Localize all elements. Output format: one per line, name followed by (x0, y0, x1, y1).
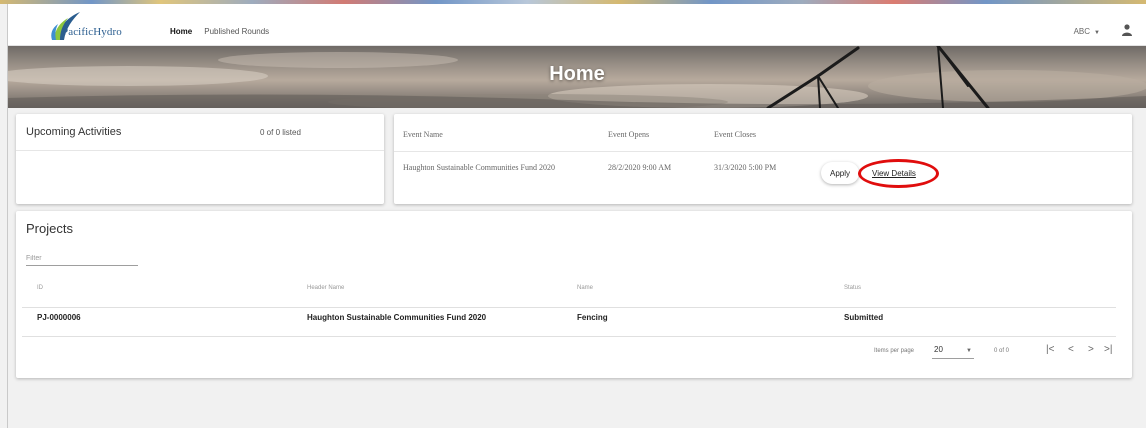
last-page-icon[interactable]: >| (1104, 344, 1112, 355)
project-id: PJ-0000006 (37, 313, 81, 322)
card-divider (394, 151, 1132, 152)
items-per-page-label: Items per page (874, 348, 915, 354)
projects-card: Projects ID Header Name Name Status PJ-0… (16, 211, 1132, 378)
top-navbar: PacificHydro Home Published Rounds ABC ▼ (8, 4, 1146, 46)
project-name: Fencing (577, 313, 608, 322)
previous-page-icon[interactable]: < (1068, 344, 1074, 355)
event-closes: 31/3/2020 5:00 PM (714, 163, 777, 172)
card-divider (16, 150, 384, 151)
upcoming-activities-title: Upcoming Activities (26, 126, 122, 138)
event-opens: 28/2/2020 9:00 AM (608, 163, 672, 172)
caret-down-icon: ▼ (1094, 30, 1100, 36)
person-icon[interactable] (1122, 24, 1132, 36)
page-size-value: 20 (934, 345, 943, 354)
column-header-name[interactable]: Name (577, 285, 593, 291)
project-header-name: Haughton Sustainable Communities Fund 20… (307, 313, 487, 322)
user-menu-label: ABC (1073, 27, 1091, 36)
column-header-id[interactable]: ID (37, 285, 43, 291)
nav-published-rounds[interactable]: Published Rounds (204, 27, 269, 36)
next-page-icon[interactable]: > (1088, 344, 1094, 355)
filter-input[interactable] (26, 252, 138, 266)
page-title: Home (549, 63, 605, 85)
projects-title: Projects (26, 221, 73, 236)
column-header-event-opens: Event Opens (608, 130, 650, 139)
table-row-divider (22, 336, 1116, 337)
page-size-select[interactable]: 20 ▼ (932, 345, 974, 359)
column-header-event-name: Event Name (403, 130, 443, 139)
caret-down-icon: ▼ (966, 348, 972, 354)
column-header-header-name[interactable]: Header Name (307, 285, 344, 291)
first-page-icon[interactable]: |< (1046, 344, 1054, 355)
column-header-event-closes: Event Closes (714, 130, 756, 139)
upcoming-activities-count: 0 of 0 listed (260, 128, 301, 137)
pacific-hydro-logo[interactable]: PacificHydro (46, 10, 136, 42)
project-status: Submitted (844, 313, 884, 322)
main-nav: Home Published Rounds (170, 27, 269, 36)
apply-button[interactable]: Apply (821, 162, 859, 184)
upcoming-activities-card: Upcoming Activities 0 of 0 listed (16, 114, 384, 204)
table-row-divider (22, 307, 1116, 308)
event-name: Haughton Sustainable Communities Fund 20… (403, 163, 555, 172)
column-header-status[interactable]: Status (844, 285, 861, 291)
page-banner: Home (8, 46, 1146, 108)
logo-text: PacificHydro (62, 26, 122, 38)
page-range-label: 0 of 0 (994, 348, 1010, 354)
events-card: Event Name Event Opens Event Closes Haug… (394, 114, 1132, 204)
user-menu[interactable]: ABC ▼ (1074, 27, 1100, 36)
nav-home[interactable]: Home (170, 27, 192, 36)
view-details-link[interactable]: View Details (872, 169, 916, 178)
